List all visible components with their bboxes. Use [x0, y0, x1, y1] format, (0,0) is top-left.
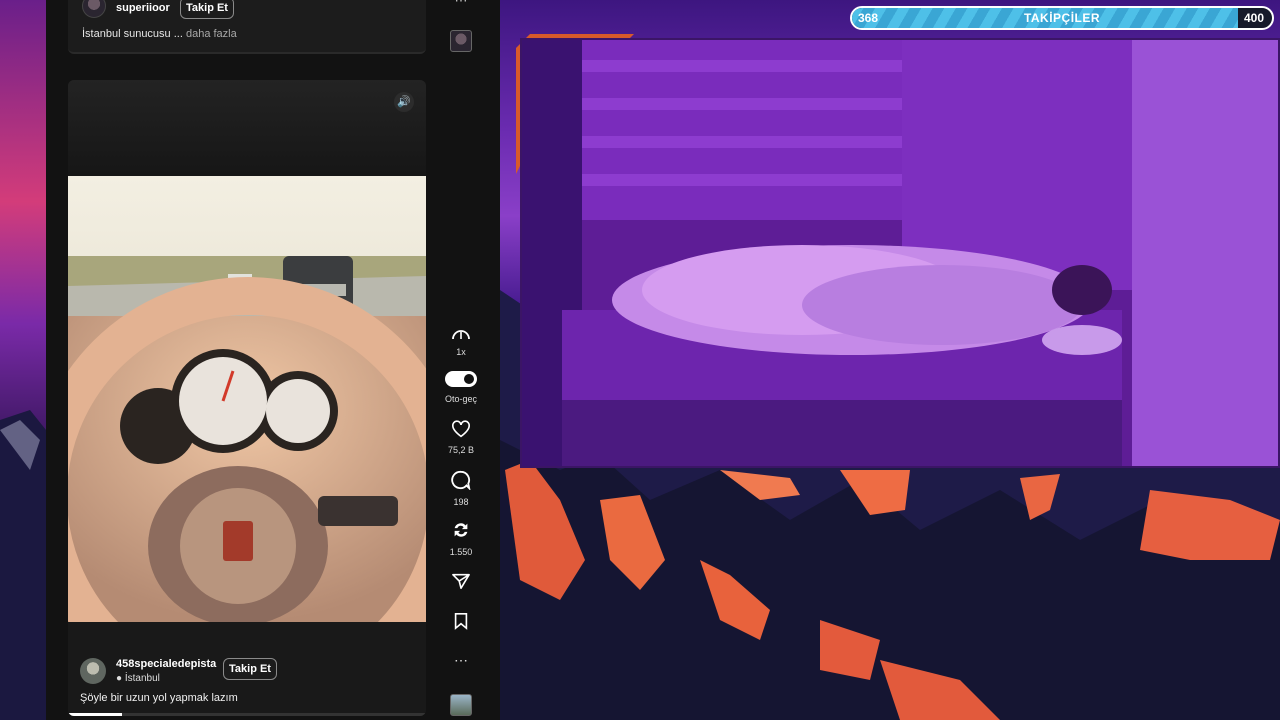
follower-target: 400 [1243, 11, 1264, 25]
location: ● İstanbul [116, 673, 160, 684]
speed-label: 1x [456, 347, 466, 357]
thumbnail-image [450, 30, 472, 52]
webcam-feed [520, 38, 1280, 468]
follower-goal-title: TAKİPÇİLER [1023, 11, 1101, 25]
heart-icon [452, 420, 470, 438]
repost-button[interactable]: 1.550 [440, 520, 482, 557]
follow-button[interactable]: Takip Et [180, 0, 234, 19]
bookmark-icon [454, 612, 468, 630]
avatar[interactable] [82, 0, 106, 18]
comment-count: 198 [453, 497, 469, 507]
video-feed-panel: superiioor Takip Et İstanbul sunucusu ..… [46, 0, 500, 720]
share-icon [452, 573, 470, 590]
video-player[interactable] [68, 176, 426, 622]
like-button[interactable]: 75,2 B [440, 420, 482, 455]
video-progress-fill [68, 713, 122, 716]
comment-button[interactable]: 198 [440, 470, 482, 507]
webcam-image [522, 40, 1278, 466]
comment-icon [451, 470, 471, 491]
follow-button[interactable]: Takip Et [223, 658, 277, 680]
more-options-button[interactable]: ⋯ [440, 652, 482, 670]
follower-current: 368 [858, 11, 879, 25]
autoplay-label: Oto-geç [444, 394, 477, 404]
next-thumbnail[interactable] [440, 694, 482, 716]
share-button[interactable] [440, 572, 482, 595]
repost-count: 1.550 [449, 547, 473, 557]
location-text: İstanbul [124, 673, 160, 684]
username[interactable]: 458specialedepista [116, 658, 216, 670]
more-icon: ⋯ [454, 0, 468, 8]
previous-post-card: superiioor Takip Et İstanbul sunucusu ..… [68, 0, 426, 54]
toggle-switch[interactable] [445, 371, 477, 387]
more-icon: ⋯ [454, 652, 468, 668]
speed-button[interactable]: 1x [440, 326, 482, 357]
repost-icon [454, 523, 468, 537]
bookmark-button[interactable] [440, 612, 482, 635]
thumbnail-image [450, 694, 472, 716]
video-progress-bar[interactable] [68, 713, 426, 716]
action-rail: ⋯ 1x Oto-geç 75,2 B 198 1.550 ⋯ [440, 0, 500, 720]
caption-text: İstanbul sunucusu ... [82, 28, 183, 40]
post-info: 458specialedepista ● İstanbul Takip Et Ş… [68, 622, 426, 716]
gauge-icon [452, 330, 470, 340]
post-caption: Şöyle bir uzun yol yapmak lazım [80, 692, 238, 704]
like-count: 75,2 B [447, 445, 475, 455]
location-pin-icon: ● [116, 673, 123, 684]
username[interactable]: superiioor [116, 2, 170, 14]
more-link[interactable]: daha fazla [186, 28, 237, 40]
post-caption: İstanbul sunucusu ... daha fazla [82, 28, 237, 40]
follower-goal-bar: TAKİPÇİLER 368 400 [850, 6, 1274, 30]
video-card[interactable]: 🔊 458specialedepista ● İstanbul Takip Et… [68, 80, 426, 716]
video-letterbox-top [68, 80, 426, 176]
more-options-button[interactable]: ⋯ [440, 0, 482, 10]
volume-icon[interactable]: 🔊 [394, 92, 414, 112]
video-frame-image [68, 176, 426, 622]
previous-thumbnail[interactable] [440, 30, 482, 52]
avatar[interactable] [80, 658, 106, 684]
autoplay-toggle[interactable]: Oto-geç [440, 371, 482, 404]
